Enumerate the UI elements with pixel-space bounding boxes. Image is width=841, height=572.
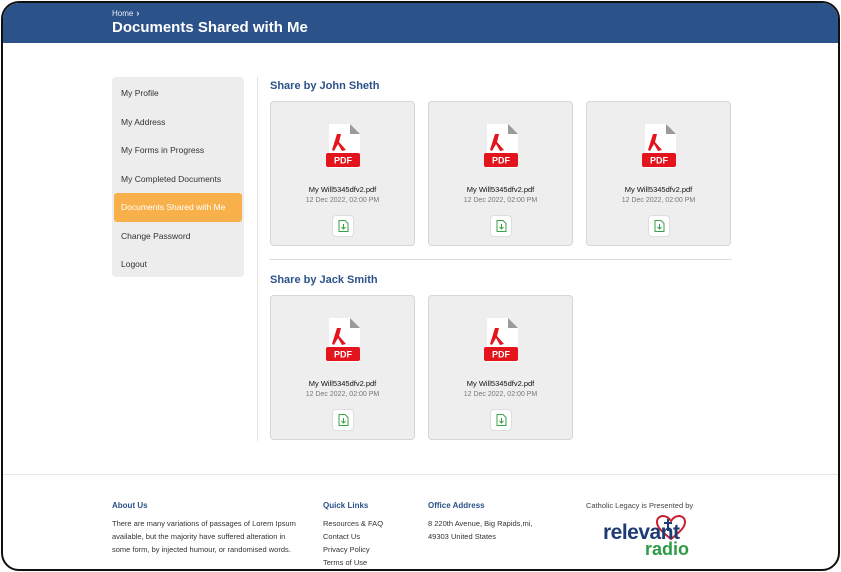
footer-office-heading: Office Address (428, 501, 485, 510)
footer-about-heading: About Us (112, 501, 148, 510)
breadcrumb-home-link[interactable]: Home (112, 9, 133, 18)
sidebar-item-documents-shared[interactable]: Documents Shared with Me (114, 193, 242, 222)
sidebar-item-forms-in-progress[interactable]: My Forms in Progress (114, 136, 242, 165)
file-name: My Will5345dfv2.pdf (466, 379, 535, 388)
file-date: 12 Dec 2022, 02:00 PM (305, 197, 380, 204)
footer-link-terms-of-use[interactable]: Terms of Use (323, 556, 413, 569)
pdf-badge: PDF (492, 156, 511, 166)
pdf-badge: PDF (334, 350, 353, 360)
footer-quick-links-heading: Quick Links (323, 501, 369, 510)
content-divider (257, 77, 258, 441)
download-button[interactable] (332, 215, 354, 237)
page-title: Documents Shared with Me (112, 19, 308, 36)
footer-quick-links: Quick Links Resources & FAQ Contact Us P… (323, 501, 413, 569)
file-date: 12 Dec 2022, 02:00 PM (463, 391, 538, 398)
shared-documents-content: Share by John Sheth PDF My Will5345dfv2.… (270, 75, 732, 440)
download-file-icon (654, 220, 664, 232)
footer-about-text: There are many variations of passages of… (112, 519, 296, 554)
file-date: 12 Dec 2022, 02:00 PM (463, 197, 538, 204)
pdf-badge: PDF (334, 156, 353, 166)
footer-link-contact-us[interactable]: Contact Us (323, 530, 413, 543)
document-card[interactable]: PDF My Will5345dfv2.pdf 12 Dec 2022, 02:… (586, 101, 731, 246)
sidebar-item-completed-documents[interactable]: My Completed Documents (114, 165, 242, 194)
pdf-file-icon: PDF (326, 318, 360, 362)
footer-link-resources-faq[interactable]: Resources & FAQ (323, 517, 413, 530)
footer-office-line1: 8 220th Avenue, Big Rapids,mi, (428, 519, 533, 528)
breadcrumb: Home › (112, 8, 139, 18)
page-footer: About Us There are many variations of pa… (3, 475, 838, 569)
footer-about: About Us There are many variations of pa… (112, 501, 297, 556)
document-card[interactable]: PDF My Will5345dfv2.pdf 12 Dec 2022, 02:… (428, 101, 573, 246)
file-name: My Will5345dfv2.pdf (624, 185, 693, 194)
download-button[interactable] (490, 215, 512, 237)
page-header: Home › Documents Shared with Me (3, 3, 838, 43)
file-name: My Will5345dfv2.pdf (308, 185, 377, 194)
download-file-icon (338, 220, 348, 232)
pdf-file-icon: PDF (484, 318, 518, 362)
pdf-file-icon: PDF (326, 124, 360, 168)
sidebar-menu: My Profile My Address My Forms in Progre… (112, 77, 244, 277)
chevron-right-icon: › (136, 8, 140, 18)
presented-by-text: Catholic Legacy is Presented by (586, 501, 694, 510)
relevant-radio-logo[interactable]: relevant radio (603, 515, 698, 561)
download-button[interactable] (648, 215, 670, 237)
document-card[interactable]: PDF My Will5345dfv2.pdf 12 Dec 2022, 02:… (270, 295, 415, 440)
download-button[interactable] (332, 409, 354, 431)
sidebar-item-logout[interactable]: Logout (114, 250, 242, 279)
footer-link-privacy-policy[interactable]: Privacy Policy (323, 543, 413, 556)
section-title-jack-smith: Share by Jack Smith (270, 274, 378, 286)
app-frame: Home › Documents Shared with Me My Profi… (1, 1, 840, 571)
file-name: My Will5345dfv2.pdf (466, 185, 535, 194)
sidebar-item-change-password[interactable]: Change Password (114, 222, 242, 251)
logo-word-radio: radio (645, 539, 690, 559)
document-card[interactable]: PDF My Will5345dfv2.pdf 12 Dec 2022, 02:… (270, 101, 415, 246)
file-date: 12 Dec 2022, 02:00 PM (621, 197, 696, 204)
download-file-icon (338, 414, 348, 426)
footer-office-address: Office Address 8 220th Avenue, Big Rapid… (428, 501, 568, 543)
download-file-icon (496, 220, 506, 232)
pdf-badge: PDF (492, 350, 511, 360)
section-divider (270, 259, 732, 260)
document-grid: PDF My Will5345dfv2.pdf 12 Dec 2022, 02:… (270, 295, 732, 440)
download-button[interactable] (490, 409, 512, 431)
pdf-file-icon: PDF (642, 124, 676, 168)
pdf-badge: PDF (650, 156, 669, 166)
sidebar-item-my-address[interactable]: My Address (114, 108, 242, 137)
download-file-icon (496, 414, 506, 426)
sidebar-item-my-profile[interactable]: My Profile (114, 79, 242, 108)
document-card[interactable]: PDF My Will5345dfv2.pdf 12 Dec 2022, 02:… (428, 295, 573, 440)
section-title-john-sheth: Share by John Sheth (270, 80, 380, 92)
pdf-file-icon: PDF (484, 124, 518, 168)
file-date: 12 Dec 2022, 02:00 PM (305, 391, 380, 398)
footer-presented-by: Catholic Legacy is Presented by (586, 501, 726, 510)
file-name: My Will5345dfv2.pdf (308, 379, 377, 388)
document-grid: PDF My Will5345dfv2.pdf 12 Dec 2022, 02:… (270, 101, 732, 246)
footer-office-line2: 49303 United States (428, 532, 496, 541)
